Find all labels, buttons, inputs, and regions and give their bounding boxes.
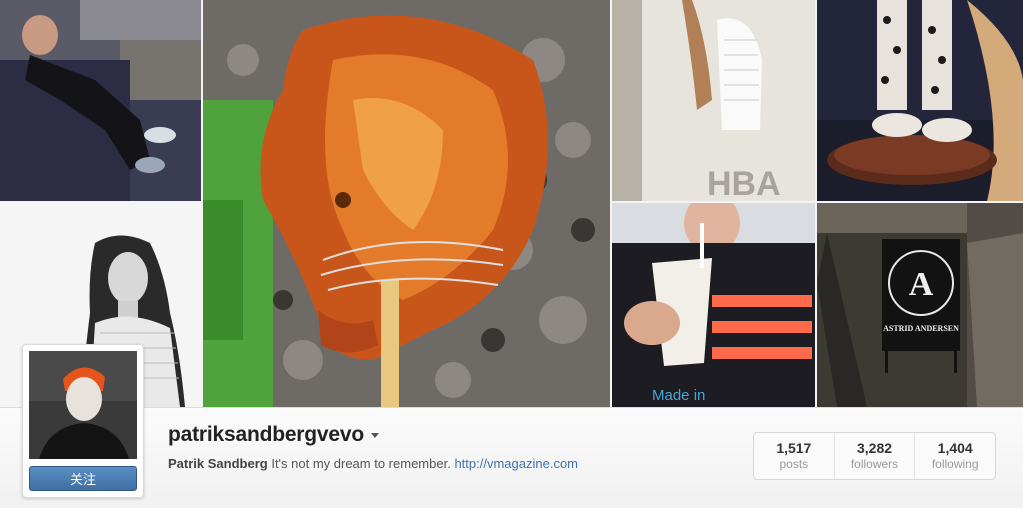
stat-label: posts <box>779 457 809 471</box>
astrid-letter: A <box>909 266 934 303</box>
username-row: patriksandbergvevo <box>168 421 379 449</box>
stat-value: 1,404 <box>937 440 973 456</box>
photo-drink-cup[interactable]: Made in <box>612 203 815 407</box>
stat-followers[interactable]: 3,282 followers <box>833 433 915 479</box>
stats-box: 1,517 posts 3,282 followers 1,404 follow… <box>753 432 996 480</box>
photo-man-reclining[interactable] <box>0 0 201 201</box>
photo-mannequin-legs[interactable] <box>817 0 1023 201</box>
full-name: Patrik Sandberg <box>168 456 268 471</box>
avatar[interactable] <box>29 351 137 459</box>
stat-following[interactable]: 1,404 following <box>914 433 995 479</box>
stat-posts[interactable]: 1,517 posts <box>754 433 834 479</box>
stat-value: 1,517 <box>776 440 812 456</box>
stat-label: following <box>931 457 979 471</box>
photo-astrid-andersen-sign[interactable]: A ASTRID ANDERSEN <box>817 203 1023 407</box>
username: patriksandbergvevo <box>168 423 364 446</box>
follow-button[interactable]: 关注 <box>29 466 137 491</box>
bio: Patrik Sandberg It's not my dream to rem… <box>168 456 578 471</box>
website-link[interactable]: http://vmagazine.com <box>454 456 578 471</box>
bio-text: It's not my dream to remember. <box>271 456 451 471</box>
stat-value: 3,282 <box>856 440 893 456</box>
made-in-text: Made in <box>652 387 705 404</box>
photo-roast-pig[interactable] <box>203 0 610 407</box>
hba-sign-text: HBA <box>707 165 781 201</box>
astrid-sign-text: ASTRID ANDERSEN <box>883 324 959 333</box>
photo-hba-poster[interactable]: HBA <box>612 0 815 201</box>
avatar-card: 关注 <box>22 344 144 498</box>
caret-down-icon[interactable] <box>370 432 379 438</box>
stat-label: followers <box>850 457 899 471</box>
